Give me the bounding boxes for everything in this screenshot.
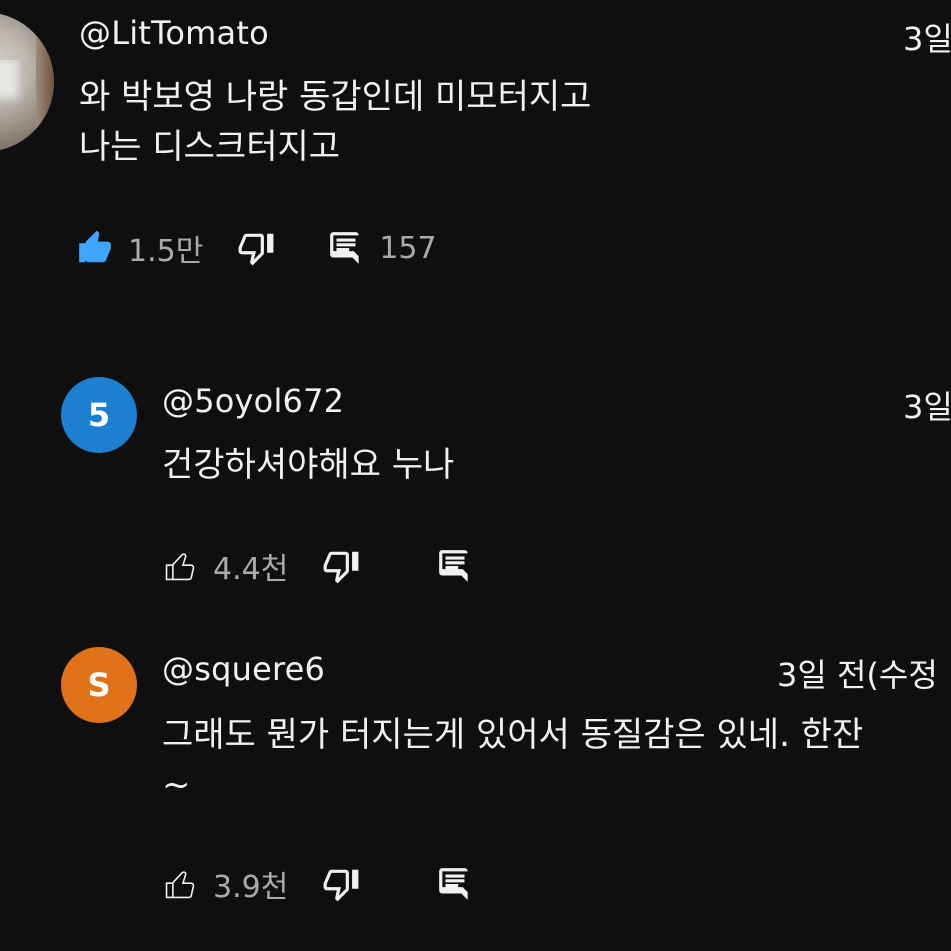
thumbs-down-icon[interactable] [322,865,360,903]
comment-author[interactable]: @LitTomato [79,14,269,52]
comment-actions: 4.4천 [161,544,474,588]
avatar[interactable]: 5 [61,377,137,453]
thumbs-up-icon[interactable] [161,547,199,585]
comment-3: S @squere6 3일 전(수정 그래도 뭔가 터지는게 있어서 동질감은 … [0,630,951,951]
avatar-letter: S [87,666,111,704]
comment-text-line-1: 건강하셔야해요 누나 [162,445,455,485]
comment-text-line-2: ~ [162,765,191,805]
comment-timestamp: 3일 [903,388,951,426]
comment-timestamp: 3일 [903,20,951,58]
comment-text-line-2: 나는 디스크터지고 [79,127,341,167]
comment-1: @LitTomato 3일 와 박보영 나랑 동갑인데 미모터지고 나는 디스크… [0,0,951,330]
like-count: 1.5만 [128,234,204,269]
thumbs-down-icon[interactable] [237,229,275,267]
avatar-photo-cushion [0,60,24,104]
thumbs-up-icon[interactable] [161,865,199,903]
comment-2: 5 @5oyol672 3일 건강하셔야해요 누나 4.4천 [0,330,951,630]
comment-text-line-1: 와 박보영 나랑 동갑인데 미모터지고 [79,77,592,117]
avatar-letter: 5 [87,396,111,434]
comment-author[interactable]: @5oyol672 [162,382,344,420]
like-count: 4.4천 [213,552,289,587]
thumbs-down-icon[interactable] [322,547,360,585]
reply-icon[interactable] [436,547,474,585]
reply-count: 157 [379,230,437,266]
comment-timestamp: 3일 전(수정 [777,656,938,694]
comment-author[interactable]: @squere6 [162,650,325,688]
avatar-photo-rim [36,12,54,152]
comment-actions: 3.9천 [161,862,474,906]
reply-icon[interactable] [436,865,474,903]
avatar[interactable] [0,12,54,152]
reply-icon[interactable] [327,229,365,267]
thumbs-up-icon[interactable] [76,229,114,267]
like-count: 3.9천 [213,870,289,905]
comment-text-line-1: 그래도 뭔가 터지는게 있어서 동질감은 있네. 한잔 [162,715,864,755]
avatar[interactable]: S [61,647,137,723]
comment-actions: 1.5만 157 [76,226,437,270]
